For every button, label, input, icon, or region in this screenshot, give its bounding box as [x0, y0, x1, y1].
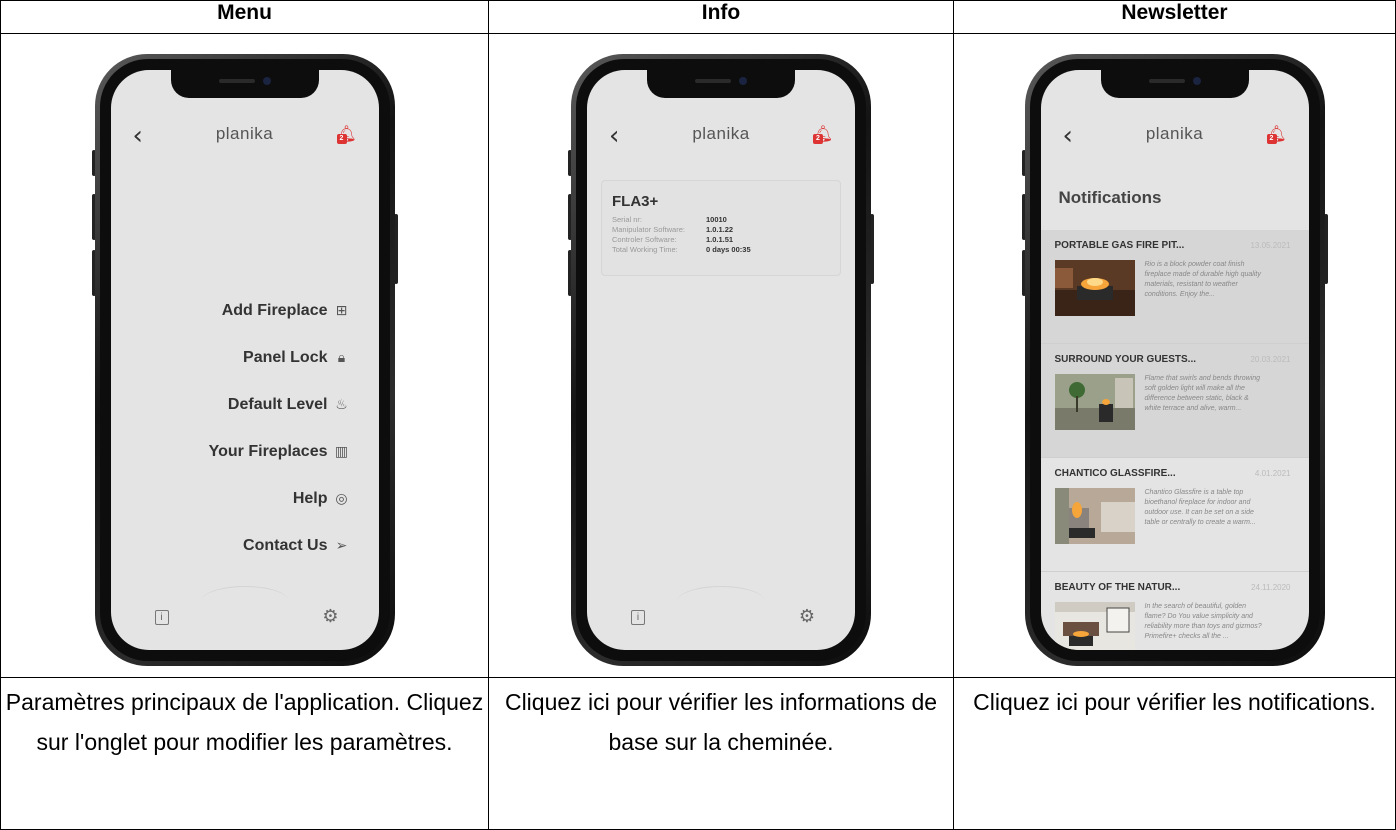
fireplace-icon: ▥ [334, 444, 349, 460]
menu-item-contact-us[interactable]: Contact Us ➢ [209, 535, 351, 582]
notification-thumbnail [1054, 602, 1135, 650]
phone-screen: ‹ planika 🔔︎ 2 Notifications PORTABLE GA… [1040, 70, 1309, 650]
info-icon[interactable]: i [631, 610, 645, 625]
notifications-title: Notifications [1058, 188, 1162, 207]
phone-mockup: ‹ planika 🔔︎ 2 Notifications PORTABLE GA… [1021, 54, 1328, 666]
menu-item-add-fireplace[interactable]: Add Fireplace ⊞ [209, 300, 351, 347]
plus-square-icon: ⊞ [335, 303, 348, 319]
bell-icon[interactable]: 🔔︎ 2 [336, 124, 357, 146]
send-icon: ➢ [335, 538, 348, 554]
working-time-value: 0 days 00:35 [706, 245, 751, 254]
menu-phone-cell: ‹ planika 🔔︎ 2 Add Fireplace ⊞ Panel Lock… [0, 33, 489, 678]
serial-number-value: 10010 [706, 215, 727, 224]
phone-screen: ‹ planika 🔔︎ 2 FLA3+ Serial nr: Manipula… [587, 70, 855, 650]
phone-mockup: ‹ planika 🔔︎ 2 FLA3+ Serial nr: Manipula… [568, 54, 874, 666]
menu-item-panel-lock[interactable]: Panel Lock 🔒︎ [209, 347, 351, 394]
flame-icon: ♨ [335, 397, 348, 413]
caption-menu: Paramètres principaux de l'application. … [0, 677, 489, 830]
phone-screen: ‹ planika 🔔︎ 2 Add Fireplace ⊞ Panel Lock… [110, 70, 379, 650]
bell-icon[interactable]: 🔔︎ 2 [813, 124, 833, 146]
newsletter-phone-cell: ‹ planika 🔔︎ 2 Notifications PORTABLE GA… [953, 33, 1396, 678]
controller-software-value: 1.0.1.51 [706, 235, 734, 244]
header-newsletter: Newsletter [953, 0, 1396, 34]
info-label: Total Working Time: [612, 245, 678, 254]
phone-mockup: ‹ planika 🔔︎ 2 Add Fireplace ⊞ Panel Lock… [91, 54, 398, 666]
info-icon[interactable]: i [154, 610, 169, 625]
header-info: Info [488, 0, 954, 34]
notification-thumbnail [1054, 260, 1135, 316]
lock-icon: 🔒︎ [337, 350, 346, 366]
info-label: Manipulator Software: [612, 225, 685, 234]
bell-icon[interactable]: 🔔︎ 2 [1266, 124, 1287, 146]
notification-item[interactable]: PORTABLE GAS FIRE PIT... 13.05.2021 Rio … [1040, 230, 1309, 344]
gear-icon[interactable]: ⚙ [799, 606, 815, 627]
notification-item[interactable]: CHANTICO GLASSFIRE... 4.01.2021 Chantico… [1040, 458, 1309, 572]
device-info-card: FLA3+ Serial nr: Manipulator Software: C… [601, 180, 841, 276]
notification-badge: 2 [1266, 134, 1277, 144]
manipulator-software-value: 1.0.1.22 [706, 225, 734, 234]
menu-item-default-level[interactable]: Default Level ♨ [209, 394, 351, 441]
notification-badge: 2 [813, 134, 823, 144]
notification-badge: 2 [336, 134, 347, 144]
settings-menu: Add Fireplace ⊞ Panel Lock 🔒︎ Default Leve… [209, 300, 351, 582]
info-label: Serial nr: [612, 215, 643, 224]
notification-item[interactable]: SURROUND YOUR GUESTS... 20.03.2021 Flame… [1040, 344, 1309, 458]
notification-thumbnail [1054, 374, 1135, 430]
info-phone-cell: ‹ planika 🔔︎ 2 FLA3+ Serial nr: Manipula… [488, 33, 954, 678]
notification-thumbnail [1054, 488, 1135, 544]
comparison-table: Menu Info Newsletter ‹ planika 🔔︎ 2 Add … [0, 0, 1396, 830]
caption-newsletter: Cliquez ici pour vérifier les notificati… [953, 677, 1396, 830]
menu-item-your-fireplaces[interactable]: Your Fireplaces ▥ [209, 441, 351, 488]
gear-icon[interactable]: ⚙ [322, 606, 338, 627]
device-model: FLA3+ [612, 193, 659, 210]
caption-info: Cliquez ici pour vérifier les informatio… [488, 677, 954, 830]
notification-item[interactable]: BEAUTY OF THE NATUR... 24.11.2020 In the… [1041, 572, 1309, 650]
lifebuoy-icon: ◎ [335, 491, 348, 507]
notifications-list: PORTABLE GAS FIRE PIT... 13.05.2021 Rio … [1040, 230, 1309, 650]
info-label: Controler Software: [612, 235, 677, 244]
header-menu: Menu [0, 0, 489, 34]
menu-item-help[interactable]: Help ◎ [209, 488, 351, 535]
